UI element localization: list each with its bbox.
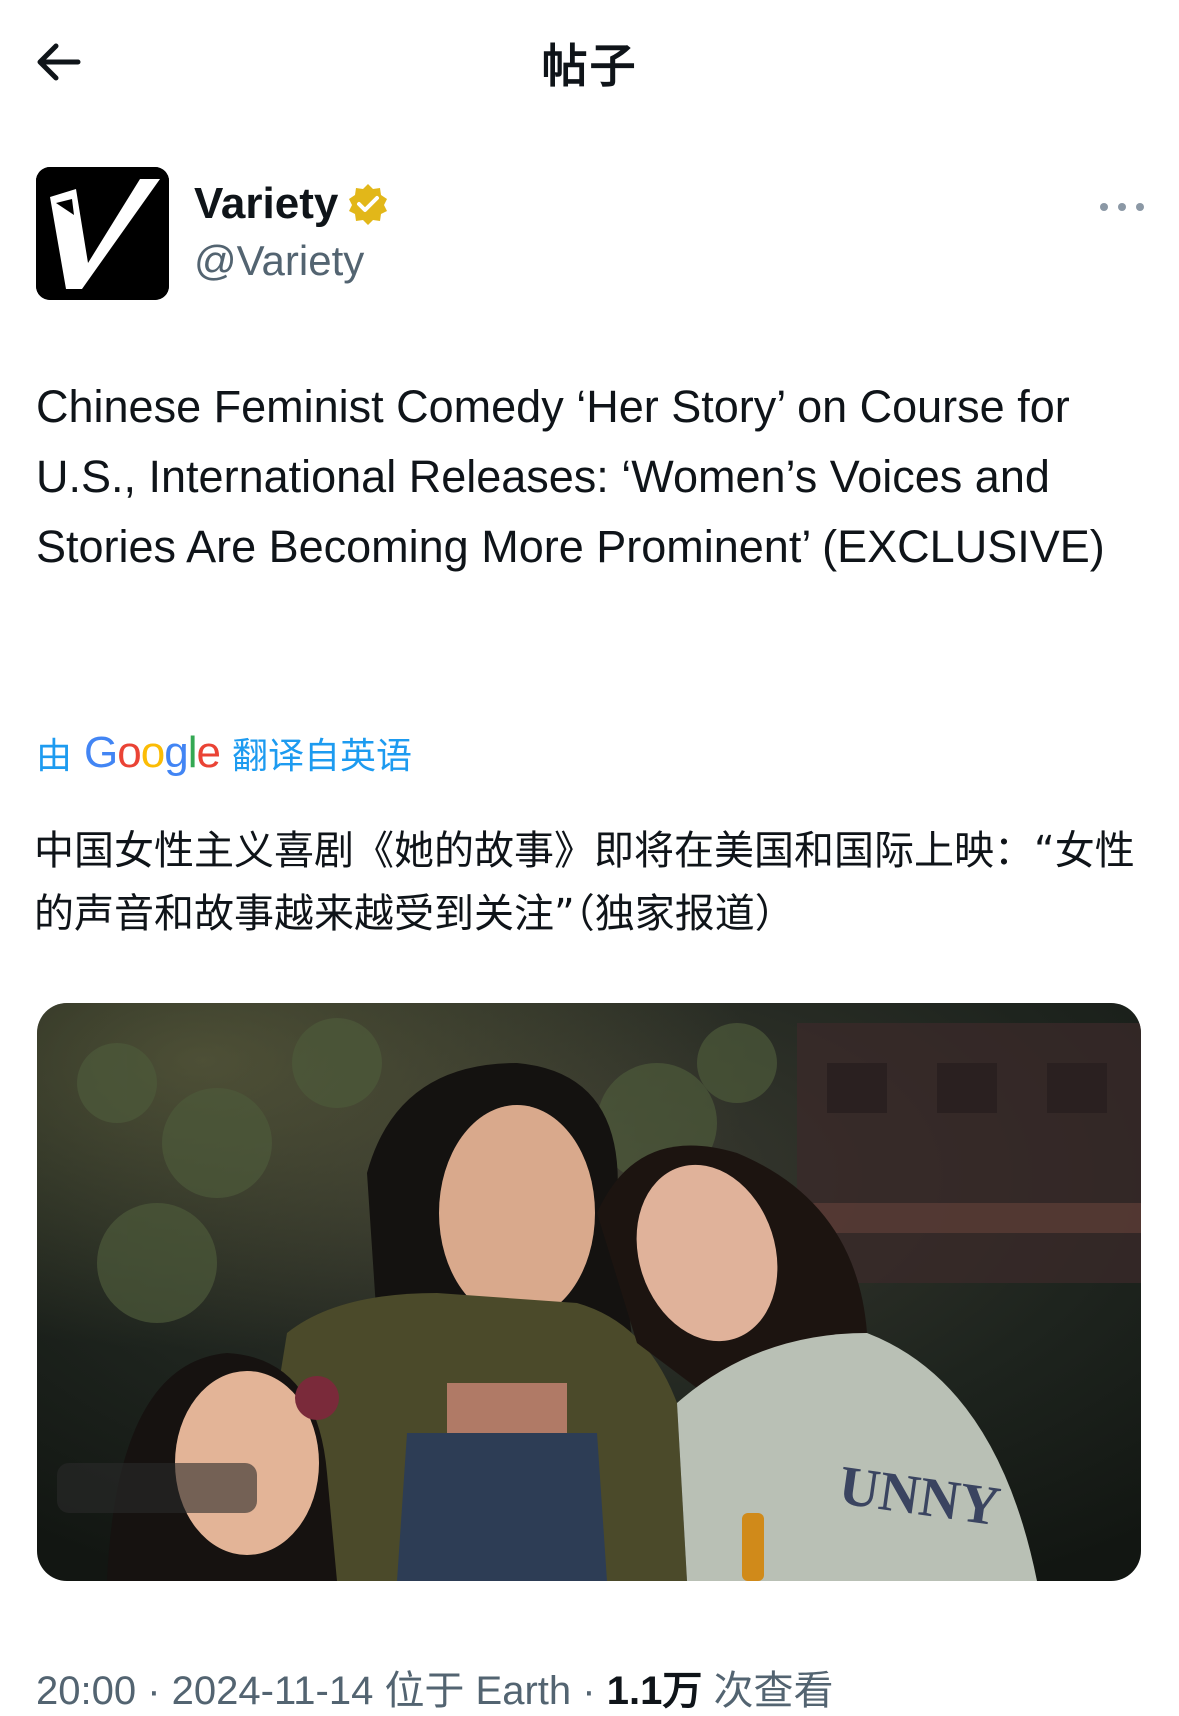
- translated-text: 中国女性主义喜剧《她的故事》即将在美国和国际上映：“女性的声音和故事越来越受到关…: [34, 828, 1135, 937]
- post-date: 2024-11-14: [171, 1669, 374, 1713]
- views-label: 次查看: [713, 1669, 834, 1713]
- tweet-text: Chinese Feminist Comedy ‘Her Story’ on C…: [36, 381, 1105, 572]
- translated-by-google-link[interactable]: 由 Google 翻译自英语: [36, 728, 412, 778]
- translation-prefix: 由: [36, 736, 73, 777]
- tweet-metadata: 20:00 · 2024-11-14 位于 Earth · 1.1万 次查看: [36, 1669, 834, 1713]
- top-bar: 帖子: [0, 0, 1179, 120]
- views-count[interactable]: 1.1万: [607, 1669, 703, 1713]
- avatar[interactable]: [36, 167, 169, 300]
- translation-suffix: 翻译自英语: [231, 736, 412, 777]
- variety-logo-icon: [36, 167, 169, 300]
- tweet-media-image[interactable]: UNNY: [37, 1003, 1141, 1581]
- display-name[interactable]: Variety: [194, 179, 338, 229]
- page-title: 帖子: [541, 39, 638, 93]
- user-handle[interactable]: @Variety: [194, 237, 364, 285]
- more-options-icon[interactable]: [1098, 195, 1146, 219]
- post-time: 20:00: [36, 1669, 137, 1713]
- verified-badge-icon: [349, 184, 388, 225]
- post-location: 位于 Earth: [384, 1669, 572, 1713]
- google-logo-icon: Google: [84, 728, 221, 777]
- tweet-author: Variety @Variety: [36, 167, 1146, 302]
- movie-still-photo: UNNY: [37, 1003, 1141, 1581]
